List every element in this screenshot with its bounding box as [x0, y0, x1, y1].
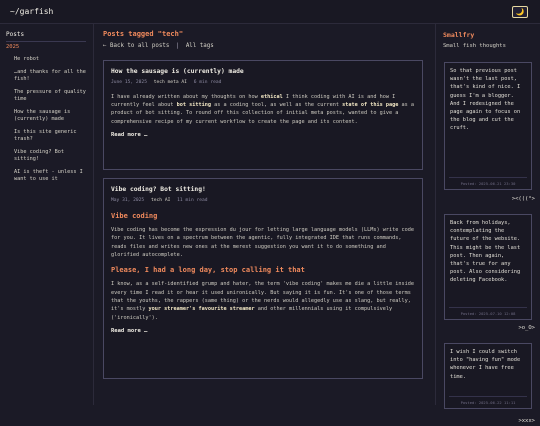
post-tags[interactable]: tech AI: [151, 198, 170, 203]
site-title-link[interactable]: ~/garfish: [10, 6, 53, 18]
post-card: Vibe coding? Bot sitting! May 31, 2025 t…: [103, 178, 423, 379]
aside-title: Smallfry: [443, 31, 475, 39]
note-divider: [449, 177, 527, 178]
post-link[interactable]: Vibe coding? Bot sitting!: [14, 149, 88, 164]
post-excerpt: I have already written about my thoughts…: [111, 93, 416, 126]
excerpt-text: I have already written about my thoughts…: [111, 93, 261, 100]
post-excerpt: I know, as a self-identified grump and h…: [111, 280, 416, 322]
note-text: I wish I could switch into "having fun" …: [450, 349, 521, 380]
note-card: So that previous post wasn't the last po…: [444, 62, 532, 190]
read-more-link[interactable]: Read more …: [111, 132, 416, 140]
separator: |: [175, 43, 180, 49]
post-link[interactable]: He robot: [14, 56, 88, 64]
read-time: 11 min read: [177, 198, 208, 204]
moon-icon: 🌙: [515, 8, 525, 16]
bot-sitting-link[interactable]: bot sitting: [177, 102, 211, 108]
post-date: May 31, 2025: [111, 198, 145, 204]
note-card: I wish I could switch into "having fun" …: [444, 343, 532, 409]
section-heading: Vibe coding: [111, 211, 158, 220]
section-heading: Please, I had a long day, stop calling i…: [111, 266, 305, 275]
theme-toggle-button[interactable]: 🌙: [512, 6, 528, 18]
note-card: Back from holidays, contemplating the fu…: [444, 214, 532, 320]
fish-glyph: >o_O>: [518, 325, 535, 331]
aside-tagline: Small fish thoughts: [443, 43, 506, 49]
read-more-link[interactable]: Read more …: [111, 328, 416, 336]
ethical-link[interactable]: ethical: [261, 94, 283, 100]
post-link[interactable]: The pressure of quality time: [14, 89, 88, 104]
all-tags-link[interactable]: All tags: [186, 43, 214, 49]
post-title-link[interactable]: Vibe coding? Bot sitting!: [111, 185, 416, 194]
post-tags[interactable]: tech meta AI: [154, 80, 187, 85]
excerpt-text: as a coding tool, as well as the current: [210, 102, 343, 109]
note-timestamp: Posted: 2025-06-21 23:30: [460, 180, 516, 186]
smallfry-aside: Smallfry Small fish thoughts So that pre…: [435, 24, 540, 424]
year-heading: 2025: [6, 44, 20, 50]
note-timestamp: Posted: 2025-06-22 11:11: [460, 399, 516, 405]
post-meta: June 15, 2025 tech meta AI 6 min read: [111, 80, 416, 87]
back-to-posts-link[interactable]: ← Back to all posts: [103, 43, 169, 49]
note-timestamp: Posted: 2025-07-10 12:08: [460, 310, 516, 316]
posts-sidebar: Posts 2025 He robot …and thanks for all …: [0, 24, 94, 405]
note-divider: [449, 307, 527, 308]
post-excerpt: Vibe coding has become the expression du…: [111, 226, 414, 258]
post-link[interactable]: Is this site generic trash?: [14, 129, 88, 144]
post-card: How the sausage is (currently) made June…: [103, 60, 423, 170]
sidebar-title: Posts: [6, 31, 25, 38]
main-content: Posts tagged "tech" ← Back to all posts …: [94, 24, 434, 405]
sidebar-divider: [6, 41, 86, 42]
breadcrumb: ← Back to all posts | All tags: [103, 42, 214, 50]
fish-glyph: ><(((°>: [511, 196, 535, 202]
state-of-page-link[interactable]: state of this page: [342, 102, 398, 108]
post-list: He robot …and thanks for all the fish! T…: [14, 56, 88, 189]
read-time: 6 min read: [193, 80, 222, 86]
post-link[interactable]: AI is theft - unless I want to use it: [14, 169, 88, 184]
post-title-link[interactable]: How the sausage is (currently) made: [111, 67, 416, 76]
fish-glyph: >xxx>: [518, 418, 535, 424]
streamer-link[interactable]: your streamer's favourite streamer: [148, 306, 254, 312]
note-divider: [449, 396, 527, 397]
post-link[interactable]: How the sausage is (currently) made: [14, 109, 88, 124]
note-text: So that previous post wasn't the last po…: [450, 68, 521, 132]
note-text: Back from holidays, contemplating the fu…: [450, 220, 521, 284]
top-bar: ~/garfish 🌙: [0, 0, 540, 24]
post-meta: May 31, 2025 tech AI 11 min read: [111, 198, 416, 205]
page-title: Posts tagged "tech": [103, 30, 184, 38]
post-date: June 15, 2025: [111, 80, 147, 86]
post-link[interactable]: …and thanks for all the fish!: [14, 69, 88, 84]
